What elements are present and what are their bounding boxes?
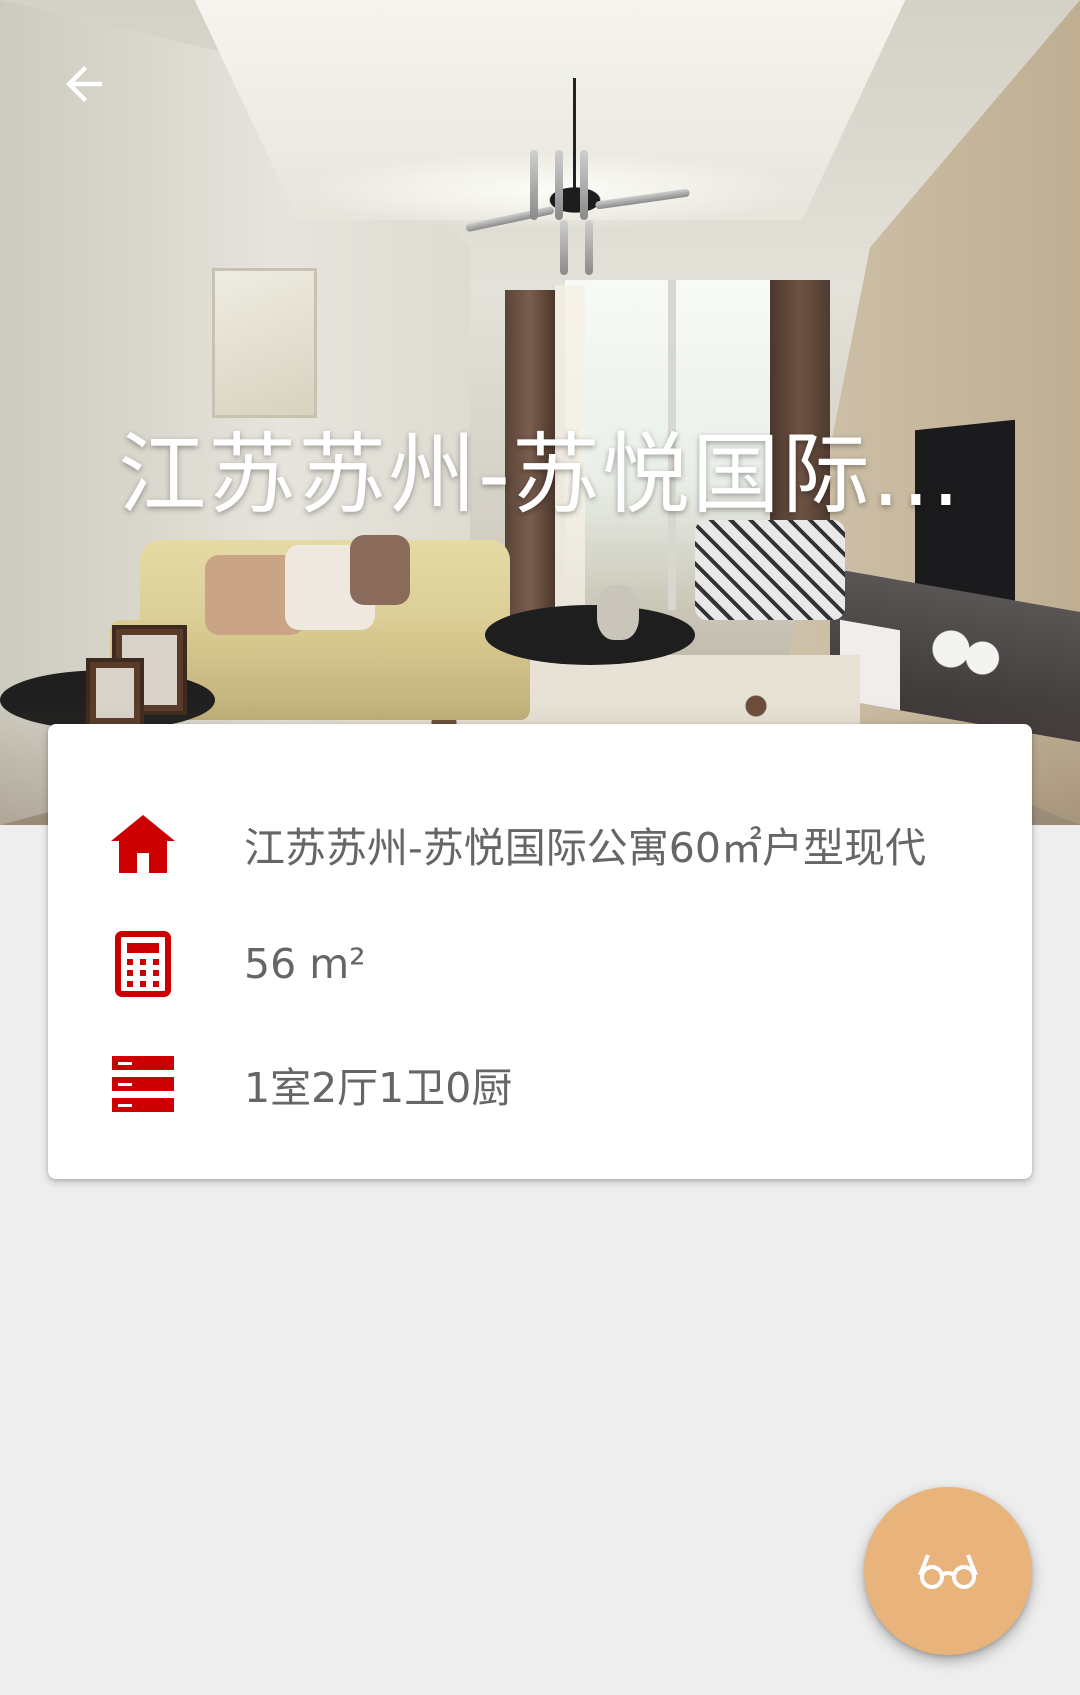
layout-row: 1室2厅1卫0厨 bbox=[108, 1044, 512, 1124]
info-card: 江苏苏州-苏悦国际公寓60㎡户型现代 56 m² 1室2厅1卫0厨 bbox=[48, 724, 1032, 1179]
house-name: 江苏苏州-苏悦国际公寓60㎡户型现代 bbox=[244, 824, 926, 872]
screen: 江苏苏州-苏悦国际... 江苏苏州-苏悦国际公寓60㎡户型现代 56 m² 1室… bbox=[0, 0, 1080, 1695]
glasses-icon bbox=[918, 1554, 978, 1589]
home-icon bbox=[108, 809, 178, 879]
list-icon bbox=[108, 1049, 178, 1119]
area-row: 56 m² bbox=[108, 924, 366, 1004]
page-title: 江苏苏州-苏悦国际... bbox=[118, 423, 962, 526]
house-area: 56 m² bbox=[244, 940, 366, 988]
back-button[interactable] bbox=[44, 44, 124, 124]
arrow-left-icon bbox=[66, 66, 102, 102]
house-layout: 1室2厅1卫0厨 bbox=[244, 1064, 513, 1112]
vr-view-button[interactable] bbox=[864, 1487, 1032, 1655]
calculator-icon bbox=[108, 929, 178, 999]
name-row: 江苏苏州-苏悦国际公寓60㎡户型现代 bbox=[108, 804, 926, 884]
hero-photo bbox=[0, 0, 1080, 825]
